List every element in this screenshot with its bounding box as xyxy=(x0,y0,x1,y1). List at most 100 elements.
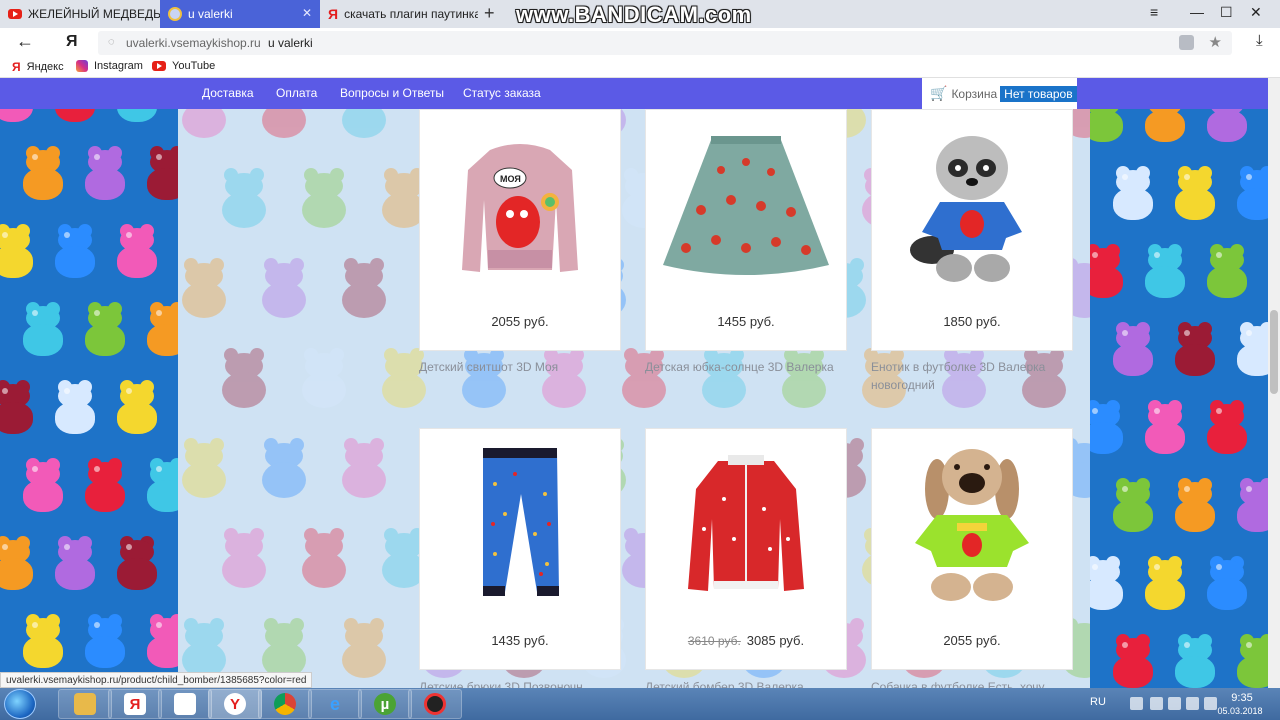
clock-time[interactable]: 9:35 xyxy=(1222,692,1262,704)
cart-status-badge: Нет товаров xyxy=(1000,85,1077,102)
tray-icon[interactable] xyxy=(1130,697,1143,710)
product-title[interactable]: Детская юбка-солнце 3D Валерка xyxy=(645,358,850,376)
minimize-button[interactable]: — xyxy=(1190,4,1204,20)
gummy-bear-decoration xyxy=(1234,634,1268,688)
cart-icon: 🛒 xyxy=(930,85,948,101)
gummy-bear-decoration xyxy=(258,438,310,500)
nav-delivery[interactable]: Доставка xyxy=(202,86,254,100)
product-title[interactable]: Детский свитшот 3D Моя xyxy=(419,358,624,376)
close-icon[interactable]: ✕ xyxy=(302,6,312,20)
taskbar-explorer[interactable] xyxy=(58,689,112,719)
tray-icon[interactable] xyxy=(1168,697,1181,710)
gummy-bear-decoration xyxy=(1110,634,1156,688)
product-price: 1455 руб. xyxy=(717,314,775,329)
gummy-bear-decoration xyxy=(1142,400,1188,456)
url-field[interactable]: ◌ uvalerki.vsemaykishop.ru u valerki ★ xyxy=(98,31,1232,55)
nav-faq[interactable]: Вопросы и Ответы xyxy=(340,86,444,100)
new-tab-button[interactable]: + xyxy=(484,3,495,24)
bookmark-instagram[interactable]: Instagram xyxy=(76,60,143,72)
product-image-skirt[interactable] xyxy=(646,110,846,300)
product-card[interactable]: 1850 руб. xyxy=(871,109,1073,351)
windows-taskbar: Я Y e µ RU 9:35 05.03.2018 xyxy=(0,688,1280,720)
close-window-button[interactable]: ✕ xyxy=(1250,4,1262,21)
gummy-bear-decoration xyxy=(178,438,230,500)
product-card[interactable]: 1455 руб. xyxy=(645,109,847,351)
tab-label: скачать плагин паутинка — xyxy=(344,7,478,21)
bookmark-youtube[interactable]: YouTube xyxy=(152,60,215,72)
gummy-bear-decoration xyxy=(1204,400,1250,456)
start-button[interactable] xyxy=(4,689,36,719)
volume-icon[interactable] xyxy=(1186,697,1199,710)
product-card[interactable]: 1435 руб. xyxy=(419,428,621,670)
product-price: 2055 руб. xyxy=(943,633,1001,648)
right-gummy-bear-background xyxy=(1090,78,1268,688)
gummy-bear-decoration xyxy=(0,536,36,592)
product-old-price: 3610 руб. xyxy=(687,634,741,648)
gummy-bear-decoration xyxy=(1204,244,1250,300)
chrome-icon xyxy=(274,693,296,715)
product-title[interactable]: Енотик в футболке 3D Валерка новогодний xyxy=(871,358,1076,394)
page-viewport: Доставка Оплата Вопросы и Ответы Статус … xyxy=(0,78,1268,688)
gummy-bear-decoration xyxy=(1110,166,1156,222)
taskbar-yandex[interactable]: Я xyxy=(108,689,162,719)
yandex-home-button[interactable]: Я xyxy=(66,33,78,51)
download-icon[interactable]: ⤓ xyxy=(1256,32,1263,49)
taskbar-document[interactable] xyxy=(158,689,212,719)
back-button[interactable]: ← xyxy=(16,31,34,52)
taskbar-chrome[interactable] xyxy=(258,689,312,719)
tab-plugin[interactable]: Я скачать плагин паутинка — xyxy=(320,0,478,28)
bookmark-star-icon[interactable]: ★ xyxy=(1209,33,1222,51)
taskbar-bandicam[interactable] xyxy=(408,689,462,719)
gummy-bear-decoration xyxy=(0,380,36,436)
maximize-button[interactable]: ☐ xyxy=(1220,4,1233,21)
yandex-icon: Я xyxy=(12,60,21,74)
tab-u-valerki[interactable]: u valerki ✕ xyxy=(160,0,320,28)
product-title[interactable]: Детские брюки 3D Позвоночн xyxy=(419,678,624,688)
product-title[interactable]: Детский бомбер 3D Валерка xyxy=(645,678,850,688)
product-image-dog[interactable] xyxy=(872,429,1072,619)
product-card[interactable]: МОЯ 2055 руб. xyxy=(419,109,621,351)
gummy-bear-decoration xyxy=(258,258,310,320)
taskbar-yandex-browser[interactable]: Y xyxy=(208,689,262,719)
tab-label: ЖЕЛЕЙНЫЙ МЕДВЕДЬ ВАЛ xyxy=(28,7,160,21)
gummy-bear-decoration xyxy=(20,614,66,670)
product-image-bomber[interactable] xyxy=(646,429,846,619)
gummy-bear-decoration xyxy=(0,224,36,280)
document-icon xyxy=(174,693,196,715)
product-image-sweatshirt[interactable]: МОЯ xyxy=(420,110,620,300)
page-scrollbar[interactable] xyxy=(1268,78,1280,688)
taskbar-internet-explorer[interactable]: e xyxy=(308,689,362,719)
product-price: 1850 руб. xyxy=(943,314,1001,329)
product-card[interactable]: 2055 руб. xyxy=(871,428,1073,670)
gummy-bear-decoration xyxy=(1172,322,1218,378)
gummy-bear-decoration xyxy=(1110,478,1156,534)
gummy-bear-decoration xyxy=(114,224,160,280)
product-image-pants[interactable] xyxy=(420,429,620,619)
gummy-bear-decoration xyxy=(20,302,66,358)
scrollbar-thumb[interactable] xyxy=(1270,310,1278,394)
language-indicator[interactable]: RU xyxy=(1090,696,1106,708)
tray-icon[interactable] xyxy=(1150,697,1163,710)
cart-button[interactable]: 🛒 Корзина Нет товаров xyxy=(922,78,1077,109)
connection-icon[interactable]: ◌ xyxy=(108,36,115,48)
extension-icon[interactable] xyxy=(1179,35,1194,50)
menu-button[interactable]: ≡ xyxy=(1150,4,1158,20)
gummy-bear-decoration xyxy=(1090,244,1126,300)
tab-youtube[interactable]: ЖЕЛЕЙНЫЙ МЕДВЕДЬ ВАЛ xyxy=(0,0,160,28)
svg-text:МОЯ: МОЯ xyxy=(500,174,521,184)
gummy-bear-decoration xyxy=(144,614,178,670)
taskbar-utorrent[interactable]: µ xyxy=(358,689,412,719)
bookmark-yandex[interactable]: Я Яндекс xyxy=(12,60,64,74)
browser-tab-bar: ЖЕЛЕЙНЫЙ МЕДВЕДЬ ВАЛ u valerki ✕ Я скача… xyxy=(0,0,1280,28)
gummy-bear-decoration xyxy=(20,458,66,514)
product-card[interactable]: 3610 руб. 3085 руб. xyxy=(645,428,847,670)
product-title[interactable]: Собачка в футболке Есть, хочу xyxy=(871,678,1076,688)
yandex-icon: Я xyxy=(328,6,339,22)
nav-payment[interactable]: Оплата xyxy=(276,86,317,100)
gummy-bear-decoration xyxy=(114,380,160,436)
clock-date[interactable]: 05.03.2018 xyxy=(1212,706,1268,716)
nav-order-status[interactable]: Статус заказа xyxy=(463,86,541,100)
utorrent-icon: µ xyxy=(374,693,396,715)
product-image-raccoon[interactable] xyxy=(872,110,1072,300)
product-price: 1435 руб. xyxy=(491,633,549,648)
